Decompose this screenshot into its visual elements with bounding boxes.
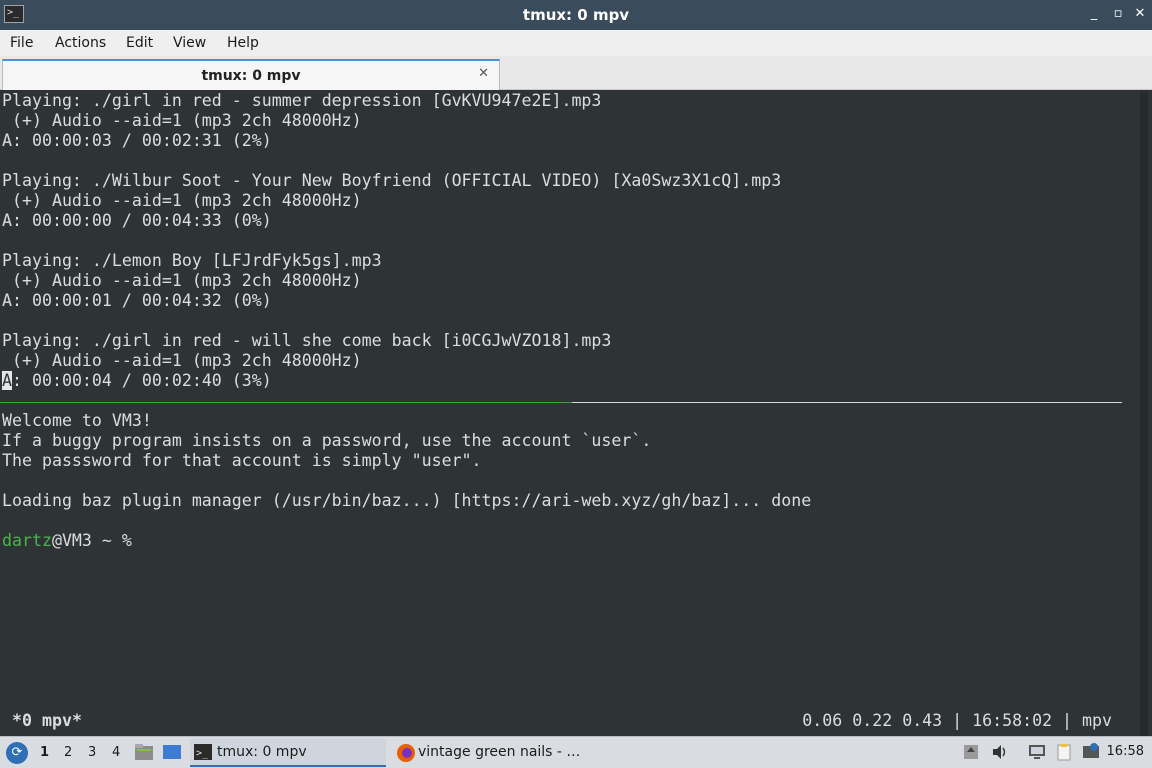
workspace-1[interactable]: 1 <box>40 745 49 760</box>
terminal-line: Playing: ./Lemon Boy [LFJrdFyk5gs].mp3 <box>2 251 382 270</box>
terminal-line: Welcome to VM3! <box>2 411 152 430</box>
terminal-line: (+) Audio --aid=1 (mp3 2ch 48000Hz) <box>2 271 362 290</box>
task-terminal[interactable]: >_ tmux: 0 mpv <box>190 739 386 767</box>
close-button[interactable]: ✕ <box>1132 6 1148 22</box>
task-firefox[interactable]: vintage green nails - … <box>392 739 592 767</box>
terminal-line: A: 00:00:00 / 00:04:33 (0%) <box>2 211 272 230</box>
tmux-status-right: 0.06 0.22 0.43 | 16:58:02 | mpv <box>802 711 1112 730</box>
terminal-line: Playing: ./girl in red - summer depressi… <box>2 91 602 110</box>
clock[interactable]: 16:58 <box>1107 744 1144 759</box>
workspace-2[interactable]: 2 <box>64 745 72 760</box>
menu-help[interactable]: Help <box>227 35 259 51</box>
clipboard-icon[interactable] <box>1055 743 1073 761</box>
terminal-scrollbar[interactable] <box>1140 91 1148 736</box>
tmux-window-list[interactable]: *0 mpv* <box>12 711 82 730</box>
tab-close-icon[interactable]: ✕ <box>478 66 489 81</box>
menu-actions[interactable]: Actions <box>55 35 106 51</box>
menu-view[interactable]: View <box>173 35 206 51</box>
window-titlebar[interactable]: >_ tmux: 0 mpv _ ▫ ✕ <box>0 0 1152 30</box>
tmux-pane-divider[interactable] <box>0 402 1122 403</box>
terminal-line-progress: A: 00:00:04 / 00:02:40 (3%) <box>2 371 272 391</box>
minimize-button[interactable]: _ <box>1086 6 1102 22</box>
terminal-line: The passsword for that account is simply… <box>2 451 482 470</box>
terminal-line: Playing: ./girl in red - will she come b… <box>2 331 612 350</box>
terminal-line: Loading baz plugin manager (/usr/bin/baz… <box>2 491 812 510</box>
notification-icon[interactable] <box>1082 743 1100 761</box>
tab-label: tmux: 0 mpv <box>201 68 301 84</box>
task-label: tmux: 0 mpv <box>217 744 307 760</box>
taskbar: ⟳ 1 2 3 4 >_ tmux: 0 mpv vintage green n… <box>0 736 1152 768</box>
terminal-line: A: 00:00:03 / 00:02:31 (2%) <box>2 131 272 150</box>
prompt-host: @VM3 ~ % <box>51 531 132 550</box>
progress-text: : 00:00:04 / 00:02:40 (3%) <box>12 371 272 390</box>
upload-arrow-icon[interactable] <box>962 743 980 761</box>
terminal-cursor: A <box>2 371 12 390</box>
tab-tmux[interactable]: tmux: 0 mpv ✕ <box>2 59 500 90</box>
terminal-line: (+) Audio --aid=1 (mp3 2ch 48000Hz) <box>2 111 362 130</box>
menu-edit[interactable]: Edit <box>126 35 153 51</box>
distro-logo-icon[interactable]: ⟳ <box>6 742 28 764</box>
shell-prompt[interactable]: dartz@VM3 ~ % <box>2 531 132 551</box>
workspace-3[interactable]: 3 <box>88 745 96 760</box>
terminal-line: If a buggy program insists on a password… <box>2 431 652 450</box>
task-label: vintage green nails - … <box>418 744 581 760</box>
workspace-4[interactable]: 4 <box>112 745 120 760</box>
terminal-line: Playing: ./Wilbur Soot - Your New Boyfri… <box>2 171 782 190</box>
maximize-button[interactable]: ▫ <box>1110 6 1126 22</box>
window-title: tmux: 0 mpv <box>522 6 630 24</box>
file-manager-icon[interactable] <box>134 743 154 761</box>
firefox-icon <box>397 744 415 762</box>
terminal-icon: >_ <box>194 744 212 760</box>
show-desktop-icon[interactable] <box>162 743 182 761</box>
svg-text:>_: >_ <box>196 748 209 759</box>
prompt-user: dartz <box>2 531 52 550</box>
active-pane-indicator <box>0 402 572 403</box>
terminal-view[interactable]: Playing: ./girl in red - summer depressi… <box>0 91 1152 736</box>
menu-file[interactable]: File <box>10 35 33 51</box>
tab-bar: tmux: 0 mpv ✕ <box>0 56 1152 90</box>
terminal-line: A: 00:00:01 / 00:04:32 (0%) <box>2 291 272 310</box>
terminal-line: (+) Audio --aid=1 (mp3 2ch 48000Hz) <box>2 191 362 210</box>
terminal-line: (+) Audio --aid=1 (mp3 2ch 48000Hz) <box>2 351 362 370</box>
network-icon[interactable] <box>1028 743 1046 761</box>
volume-icon[interactable] <box>991 743 1009 761</box>
menu-bar: File Actions Edit View Help <box>0 30 1152 56</box>
